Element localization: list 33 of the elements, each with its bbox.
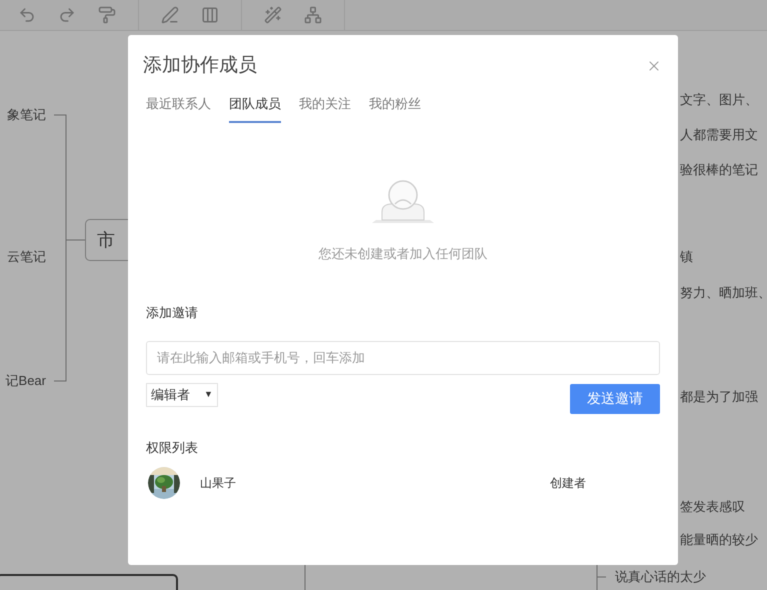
pen-icon[interactable] — [161, 6, 179, 24]
send-invite-button[interactable]: 发送邀请 — [570, 384, 660, 414]
role-dropdown[interactable]: 编辑者 ▼ — [146, 382, 218, 406]
magic-wand-icon[interactable] — [264, 6, 282, 24]
node-label: 努力、晒加班、 — [680, 286, 767, 299]
member-name: 山果子 — [200, 475, 237, 492]
connector-line — [304, 564, 306, 590]
tab[interactable]: 我的关注 — [299, 94, 351, 122]
redo-icon[interactable] — [58, 6, 76, 24]
columns-icon[interactable] — [201, 6, 219, 24]
node-label: 云笔记 — [6, 250, 46, 263]
node-label: 说真心话的太少 — [615, 570, 706, 583]
invite-input-field[interactable]: 请在此输入邮箱或手机号，回车添加 — [146, 340, 660, 374]
tab[interactable]: 我的粉丝 — [369, 94, 421, 122]
network-icon[interactable] — [304, 6, 322, 24]
node-label: 都是为了加强 — [680, 390, 758, 403]
node-label: 人都需要用文 — [680, 128, 758, 141]
node-label: 签发表感叹 — [680, 500, 745, 513]
section-label: 添加邀请 — [146, 304, 199, 322]
paint-roller-icon[interactable] — [98, 6, 116, 24]
node-label: 能量晒的较少 — [680, 533, 758, 546]
tab[interactable]: 团队成员 — [229, 94, 281, 122]
node-label: 验很棒的笔记 — [680, 163, 758, 176]
dialog-title: 添加协作成员 — [143, 54, 257, 78]
node-label: 镇 — [680, 250, 693, 263]
tab[interactable]: 最近联系人 — [146, 94, 211, 122]
member-role: 创建者 — [550, 475, 586, 492]
section-label: 权限列表 — [146, 438, 199, 456]
empty-message: 您还未创建或者加入任何团队 — [318, 244, 488, 262]
node-label: 记Bear — [4, 374, 46, 387]
undo-icon[interactable] — [18, 6, 36, 24]
node-label: 象笔记 — [6, 108, 46, 121]
node-label: 文字、图片、 — [680, 93, 758, 106]
